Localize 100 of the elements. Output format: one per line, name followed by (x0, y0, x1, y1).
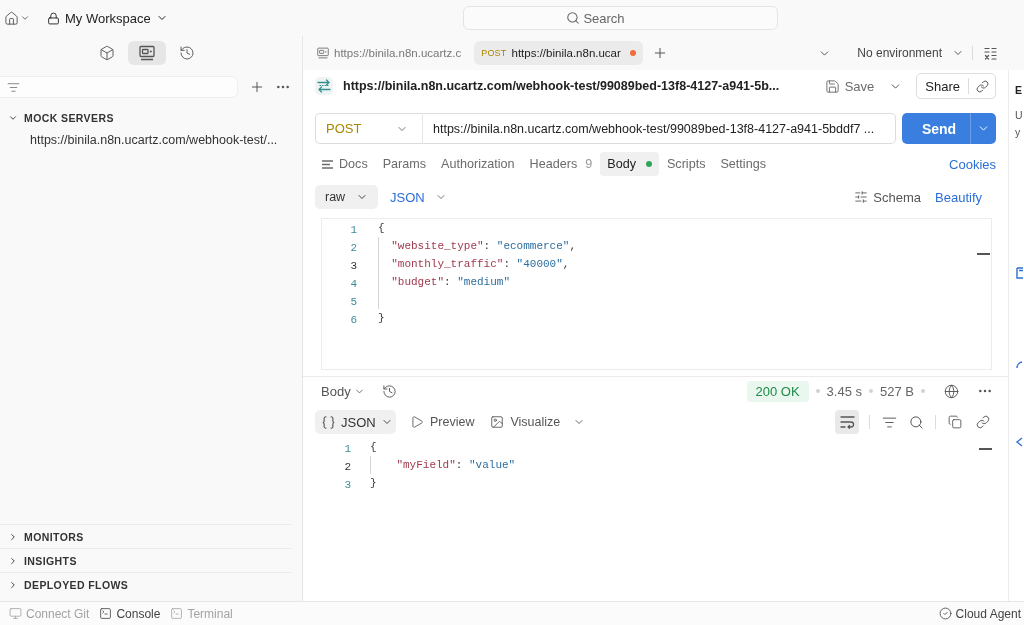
request-tab[interactable]: POST https://binila.n8n.ucar (474, 41, 643, 65)
panel-text: U y (1015, 108, 1024, 140)
home-button[interactable] (4, 10, 30, 26)
link-icon (976, 415, 990, 429)
panel-title: E (1015, 83, 1023, 97)
method-dropdown[interactable]: POST (315, 113, 423, 144)
scroll-marker (979, 448, 992, 450)
url-field[interactable]: https://binila.n8n.ucartz.com/webhook-test/99089bed-13f8-4127-a941-5bddf7 ... (423, 113, 896, 144)
dot-icon (921, 389, 925, 393)
arrows-icon (315, 77, 333, 95)
request-title: https://binila.n8n.ucartz.com/webhook-test/99089bed-13f8-4127-a941-5b... (343, 79, 780, 93)
line-number: 3 (350, 260, 357, 272)
schema-button[interactable]: Schema (854, 189, 921, 205)
network-button[interactable] (942, 382, 960, 400)
language-dropdown[interactable]: JSON (390, 189, 447, 205)
status-label: 200 OK (746, 380, 809, 402)
format-dropdown[interactable]: JSON (315, 410, 396, 434)
lock-icon (47, 11, 60, 25)
save-button[interactable]: Save (824, 78, 875, 94)
link-button[interactable] (974, 413, 992, 431)
monitor-icon (139, 45, 155, 61)
dot-icon (815, 389, 820, 393)
request-section-tab[interactable]: Body (600, 152, 659, 176)
sidebar-item[interactable]: https://binila.n8n.ucartz.com/webhook-test/... (0, 131, 302, 149)
preview-button[interactable]: Preview (410, 415, 475, 429)
check-circle-icon (938, 607, 952, 620)
filter-icon (7, 80, 20, 94)
visualize-button[interactable]: Visualize (490, 415, 561, 429)
code-line: } (370, 476, 377, 491)
line-number: 1 (350, 224, 357, 236)
size-label: 527 B (880, 383, 914, 399)
request-section-tab[interactable]: Authorization (434, 152, 522, 176)
play-icon (410, 415, 424, 429)
code-line: "myField": "value" (396, 458, 516, 473)
braces-icon (321, 414, 336, 430)
request-section-tab[interactable]: Headers 9 (522, 152, 600, 176)
filter-field[interactable] (0, 76, 238, 98)
history-icon (382, 383, 398, 399)
line-number: 2 (350, 242, 357, 254)
beautify-link[interactable]: Beautify (935, 189, 982, 205)
line-number: 6 (350, 314, 357, 326)
link-icon (975, 79, 989, 93)
image-icon (490, 415, 505, 429)
plus-icon (249, 79, 265, 95)
monitor-icon (9, 607, 22, 620)
search-button[interactable] (907, 413, 925, 431)
request-section-tab[interactable]: Params (375, 152, 434, 176)
cookies-link[interactable]: Cookies (949, 156, 996, 172)
code-line: "website_type": "ecommerce", (391, 239, 577, 254)
code-line: { (370, 440, 377, 455)
cloud-agent-button[interactable]: Cloud Agent (938, 606, 1021, 621)
request-section-tab[interactable]: Scripts (659, 152, 713, 176)
line-number: 4 (350, 278, 357, 290)
status-bar-item[interactable]: Console (99, 606, 161, 621)
save-icon (824, 78, 840, 94)
search-icon (566, 11, 580, 25)
request-tab[interactable]: https://binila.n8n.ucartz.c (310, 41, 469, 65)
request-section-tab[interactable]: Settings (713, 152, 773, 176)
time-label: 3.45 s (826, 383, 862, 399)
variables-icon (983, 46, 997, 60)
line-number: 3 (344, 479, 351, 491)
copy-button[interactable] (946, 413, 964, 431)
body-mode-dropdown[interactable]: raw (315, 185, 378, 209)
scroll-marker (977, 253, 990, 255)
dot-icon (869, 389, 873, 393)
line-number: 2 (344, 461, 351, 473)
filter-icon (881, 414, 897, 430)
lines-icon (322, 159, 333, 169)
code-line: "monthly_traffic": "40000", (391, 257, 570, 272)
request-section-tab[interactable]: Docs (315, 152, 375, 176)
code-line: { (378, 221, 385, 236)
section-header[interactable]: INSIGHTS (0, 548, 292, 572)
response-view-dropdown[interactable]: Body (315, 383, 365, 399)
cube-icon (99, 45, 115, 61)
wrap-lines-button[interactable] (835, 410, 859, 434)
terminal-icon (170, 607, 184, 620)
code-line: } (378, 311, 385, 326)
count-label: 9 (585, 157, 593, 171)
environment-dropdown[interactable]: No environment (857, 46, 964, 60)
wrap-lines-icon (839, 415, 855, 429)
body-editor[interactable]: 1 { 2 "website_type": "ecommerce", 3 "monthly_traffic": "40000", 4 "budget": "medium" 5 6 } (321, 218, 992, 370)
section-header[interactable]: MONITORS (0, 524, 292, 548)
section-header[interactable]: DEPLOYED FLOWS (0, 572, 292, 596)
globe-icon (943, 383, 959, 399)
sliders-icon (854, 190, 869, 204)
view-tab[interactable] (128, 41, 166, 65)
section-header[interactable]: MOCK SERVERS (0, 108, 302, 128)
line-number: 1 (344, 443, 351, 455)
code-line: "budget": "medium" (391, 275, 510, 290)
content-dot-icon (645, 161, 652, 167)
monitor-icon (317, 47, 329, 59)
workspace-dropdown[interactable]: My Workspace (47, 10, 168, 26)
copy-icon (948, 415, 962, 429)
document-icon (1015, 267, 1023, 279)
chevron-down-icon (20, 13, 30, 23)
history-button[interactable] (380, 382, 399, 400)
history-icon (179, 45, 195, 61)
line-number: 5 (350, 296, 357, 308)
search-field[interactable]: Search (463, 6, 778, 30)
terminal-icon (99, 607, 113, 620)
